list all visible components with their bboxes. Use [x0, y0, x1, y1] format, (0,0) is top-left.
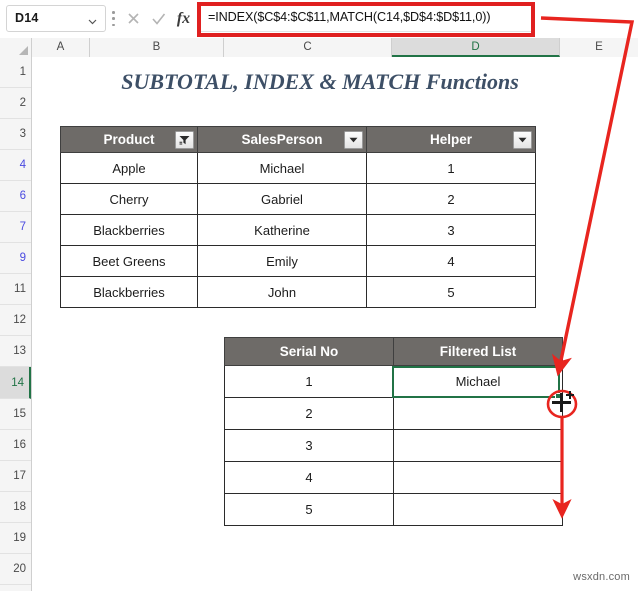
table-row[interactable]: Blackberries Katherine 3	[60, 214, 536, 246]
name-box-value: D14	[15, 11, 39, 25]
fx-icon[interactable]: fx	[172, 8, 195, 30]
column-header-b[interactable]: B	[90, 38, 224, 57]
name-box[interactable]: D14	[6, 5, 106, 32]
cell-product[interactable]: Apple	[60, 152, 198, 184]
column-header-a[interactable]: A	[32, 38, 90, 57]
row-header-3[interactable]: 3	[0, 119, 31, 150]
cell-product[interactable]: Blackberries	[60, 276, 198, 308]
cell-salesperson[interactable]: John	[197, 276, 367, 308]
row-header-15[interactable]: 15	[0, 399, 31, 430]
cell-filtered-list[interactable]: Michael	[393, 365, 563, 398]
filtered-list-table: Serial No Filtered List 1 Michael 2 3 4	[224, 337, 563, 526]
row-header-14[interactable]: 14	[0, 367, 31, 399]
column-helper[interactable]: Helper	[366, 126, 536, 153]
watermark: wsxdn.com	[573, 571, 630, 583]
row-header-20[interactable]: 20	[0, 554, 31, 585]
table-row[interactable]: 4	[224, 461, 563, 494]
row-header-18[interactable]: 18	[0, 492, 31, 523]
table-header-row: Serial No Filtered List	[224, 337, 563, 366]
spreadsheet-grid[interactable]: SUBTOTAL, INDEX & MATCH Functions Produc…	[32, 57, 638, 591]
formula-text: =INDEX($C$4:$C$11,MATCH(C14,$D$4:$D$11,0…	[208, 10, 491, 24]
row-header-4[interactable]: 4	[0, 150, 31, 181]
row-header-13[interactable]: 13	[0, 336, 31, 367]
column-helper-label: Helper	[429, 132, 473, 147]
row-header-12[interactable]: 12	[0, 305, 31, 336]
cell-serial-no[interactable]: 3	[224, 429, 394, 462]
cell-serial-no[interactable]: 1	[224, 365, 394, 398]
cancel-x-icon[interactable]	[122, 7, 145, 30]
table-row[interactable]: Apple Michael 1	[60, 152, 536, 184]
column-header-d[interactable]: D	[392, 38, 560, 57]
cell-salesperson[interactable]: Gabriel	[197, 183, 367, 215]
row-header-7[interactable]: 7	[0, 212, 31, 243]
column-header-c[interactable]: C	[224, 38, 392, 57]
cell-product[interactable]: Cherry	[60, 183, 198, 215]
cell-helper[interactable]: 2	[366, 183, 536, 215]
filter-applied-icon[interactable]	[175, 130, 194, 149]
column-header-row: A B C D E	[0, 38, 638, 57]
cell-product[interactable]: Blackberries	[60, 214, 198, 246]
table-row[interactable]: 5	[224, 493, 563, 526]
cell-salesperson[interactable]: Emily	[197, 245, 367, 277]
column-product[interactable]: Product	[60, 126, 198, 153]
row-header-9[interactable]: 9	[0, 243, 31, 274]
column-header-e[interactable]: E	[560, 38, 638, 57]
table-row[interactable]: Beet Greens Emily 4	[60, 245, 536, 277]
products-table: Product SalesPerson Helper Apple Michael…	[60, 126, 536, 308]
cell-helper[interactable]: 5	[366, 276, 536, 308]
cell-helper[interactable]: 1	[366, 152, 536, 184]
cell-salesperson[interactable]: Michael	[197, 152, 367, 184]
column-salesperson[interactable]: SalesPerson	[197, 126, 367, 153]
row-header-17[interactable]: 17	[0, 461, 31, 492]
column-serial-no: Serial No	[224, 337, 394, 366]
column-product-label: Product	[103, 132, 155, 147]
cell-helper[interactable]: 4	[366, 245, 536, 277]
row-header-11[interactable]: 11	[0, 274, 31, 305]
cell-filtered-list[interactable]	[393, 429, 563, 462]
row-header-1[interactable]: 1	[0, 57, 31, 88]
formula-input[interactable]: =INDEX($C$4:$C$11,MATCH(C14,$D$4:$D$11,0…	[200, 5, 532, 32]
filter-dropdown-icon[interactable]	[513, 130, 532, 149]
chevron-down-icon[interactable]	[87, 14, 98, 25]
row-header-2[interactable]: 2	[0, 88, 31, 119]
row-header-6[interactable]: 6	[0, 181, 31, 212]
cell-serial-no[interactable]: 5	[224, 493, 394, 526]
cell-filtered-list[interactable]	[393, 493, 563, 526]
column-filtered-list: Filtered List	[393, 337, 563, 366]
enter-check-icon[interactable]	[147, 7, 170, 30]
cell-product[interactable]: Beet Greens	[60, 245, 198, 277]
table-row[interactable]: Blackberries John 5	[60, 276, 536, 308]
formula-bar-strip: D14 fx =INDEX($C$4:$C$11,MATCH(C14,$D$4:…	[0, 0, 638, 38]
select-all-triangle-icon	[19, 46, 28, 55]
table-row[interactable]: 1 Michael	[224, 365, 563, 398]
cell-filtered-list[interactable]	[393, 397, 563, 430]
cell-filtered-list[interactable]	[393, 461, 563, 494]
cell-salesperson[interactable]: Katherine	[197, 214, 367, 246]
cell-serial-no[interactable]: 4	[224, 461, 394, 494]
table-row[interactable]: Cherry Gabriel 2	[60, 183, 536, 215]
row-header-19[interactable]: 19	[0, 523, 31, 554]
row-header-column: 1 2 3 4 6 7 9 11 12 13 14 15 16 17 18 19…	[0, 57, 32, 591]
column-salesperson-label: SalesPerson	[241, 132, 323, 147]
table-row[interactable]: 2	[224, 397, 563, 430]
page-title: SUBTOTAL, INDEX & MATCH Functions	[121, 69, 519, 94]
cell-serial-no[interactable]: 2	[224, 397, 394, 430]
select-all-corner[interactable]	[0, 38, 32, 57]
toolbar-separator-dots	[112, 11, 115, 26]
table-header-row: Product SalesPerson Helper	[60, 126, 536, 153]
cell-helper[interactable]: 3	[366, 214, 536, 246]
table-row[interactable]: 3	[224, 429, 563, 462]
row-header-16[interactable]: 16	[0, 430, 31, 461]
filter-dropdown-icon[interactable]	[344, 130, 363, 149]
